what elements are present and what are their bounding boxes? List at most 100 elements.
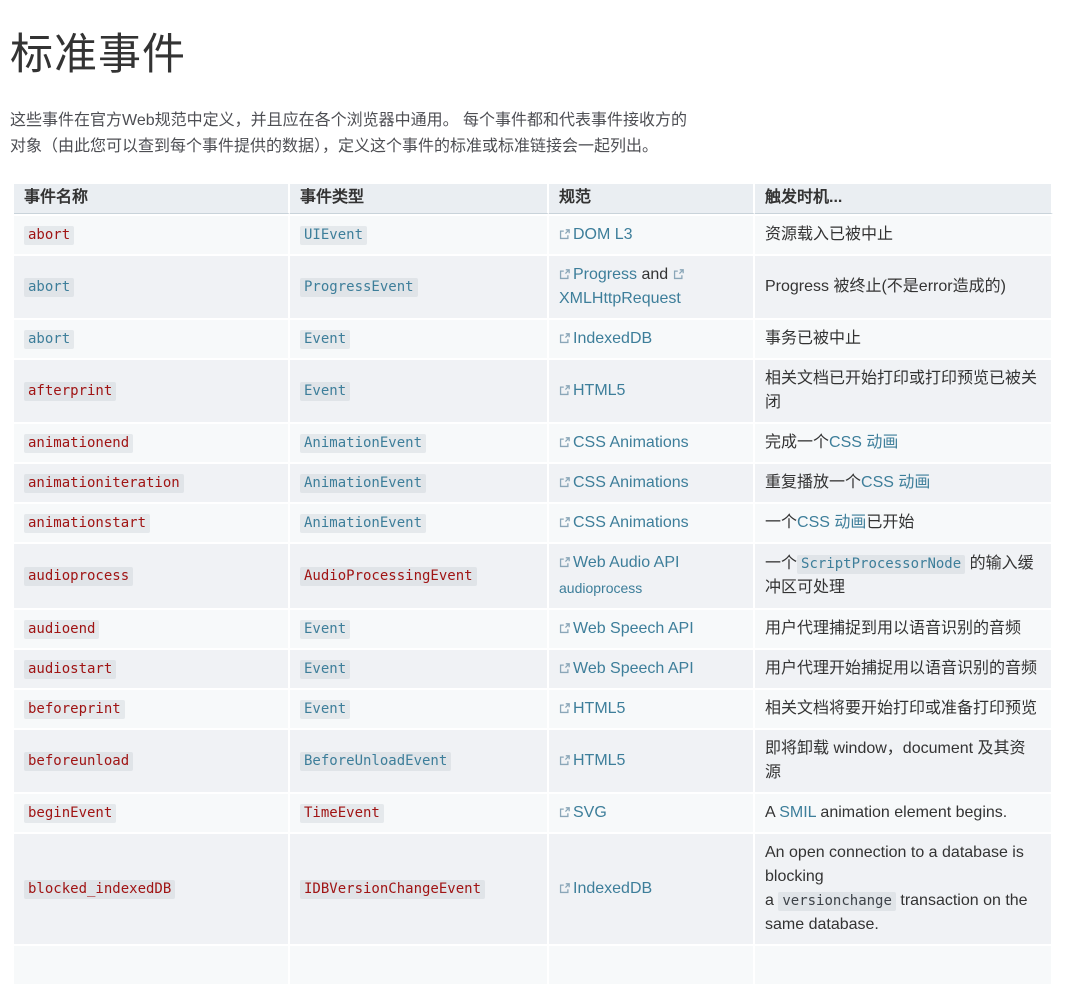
event-type[interactable]: Event <box>300 620 350 639</box>
spec-cell: IndexedDB <box>549 832 755 944</box>
spec-link[interactable]: DOM L3 <box>559 226 633 243</box>
spec-cell: CSS Animations <box>549 422 755 462</box>
event-name[interactable]: audioend <box>24 620 99 639</box>
fired-cell: 一个ScriptProcessorNode 的输入缓冲区可处理 <box>755 542 1053 608</box>
spec-link[interactable]: HTML5 <box>559 700 625 717</box>
event-name[interactable]: beforeprint <box>24 700 125 719</box>
inline-code-link[interactable]: ScriptProcessorNode <box>797 555 965 574</box>
spec-link[interactable]: IndexedDB <box>559 880 652 897</box>
event-name-cell: blocked_indexedDB <box>14 832 290 944</box>
table-row: afterprintEventHTML5相关文档已开始打印或打印预览已被关闭 <box>14 358 1053 422</box>
spec-sublink[interactable]: audioprocess <box>559 580 642 596</box>
event-type[interactable]: BeforeUnloadEvent <box>300 752 451 771</box>
event-type[interactable]: TimeEvent <box>300 804 384 823</box>
event-name[interactable]: blocked_indexedDB <box>24 880 175 899</box>
spec-cell: SVG <box>549 792 755 832</box>
event-name[interactable]: abort <box>24 226 74 245</box>
text-fragment: a <box>765 892 778 909</box>
event-type-cell: Event <box>290 318 549 358</box>
spec-link-label: CSS Animations <box>573 514 689 531</box>
fired-cell: 用户代理开始捕捉用以语音识别的音频 <box>755 648 1053 688</box>
spec-link-label: XMLHttpRequest <box>559 290 681 307</box>
event-name[interactable]: abort <box>24 278 74 297</box>
event-name-cell: audiostart <box>14 648 290 688</box>
spec-link[interactable]: Web Speech API <box>559 620 694 637</box>
external-link-icon <box>559 623 570 634</box>
event-name[interactable]: animationiteration <box>24 474 184 493</box>
column-header-event-name: 事件名称 <box>14 184 290 214</box>
spec-link[interactable]: Web Speech API <box>559 660 694 677</box>
partial-cell <box>14 944 290 984</box>
event-name-cell: abort <box>14 214 290 254</box>
fired-cell: Progress 被终止(不是error造成的) <box>755 254 1053 318</box>
spec-link-label: HTML5 <box>573 382 625 399</box>
text-fragment: 相关文档将要开始打印或准备打印预览 <box>765 700 1037 717</box>
spec-cell: Web Audio API audioprocess <box>549 542 755 608</box>
spec-cell: Progress and XMLHttpRequest <box>549 254 755 318</box>
inline-link[interactable]: CSS 动画 <box>861 474 930 491</box>
event-type[interactable]: ProgressEvent <box>300 278 418 297</box>
spec-cell: HTML5 <box>549 728 755 792</box>
events-table: 事件名称 事件类型 规范 触发时机... abortUIEventDOM L3资… <box>14 184 1053 984</box>
table-row: abort ProgressEvent Progress and XMLHttpRe… <box>14 254 1053 318</box>
event-name-cell: abort <box>14 318 290 358</box>
spec-link[interactable]: CSS Animations <box>559 514 689 531</box>
event-name[interactable]: beginEvent <box>24 804 116 823</box>
event-name[interactable]: audiostart <box>24 660 116 679</box>
event-type[interactable]: AnimationEvent <box>300 474 426 493</box>
text-fragment: 资源载入已被中止 <box>765 226 893 243</box>
page-title: 标准事件 <box>10 20 1061 82</box>
article: 标准事件 这些事件在官方Web规范中定义，并且应在各个浏览器中通用。 每个事件都… <box>0 0 1071 984</box>
partial-cell <box>755 944 1053 984</box>
inline-link[interactable]: SMIL <box>779 804 816 821</box>
event-type[interactable]: Event <box>300 330 350 349</box>
text-fragment: animation element begins. <box>816 804 1007 821</box>
spec-link[interactable]: HTML5 <box>559 382 625 399</box>
event-type[interactable]: AnimationEvent <box>300 514 426 533</box>
spec-link[interactable]: CSS Animations <box>559 474 689 491</box>
fired-cell: 完成一个CSS 动画 <box>755 422 1053 462</box>
spec-link[interactable]: CSS Animations <box>559 434 689 451</box>
event-name-cell: beforeunload <box>14 728 290 792</box>
table-row: beforeunloadBeforeUnloadEventHTML5即将卸载 w… <box>14 728 1053 792</box>
partial-cell <box>290 944 549 984</box>
event-type[interactable]: Event <box>300 382 350 401</box>
spec-link-label: CSS Animations <box>573 474 689 491</box>
external-link-icon <box>559 385 570 396</box>
event-type[interactable]: AudioProcessingEvent <box>300 567 477 586</box>
event-type-cell: AnimationEvent <box>290 422 549 462</box>
event-name[interactable]: beforeunload <box>24 752 133 771</box>
event-name-cell: audioprocess <box>14 542 290 608</box>
text-fragment: 一个 <box>765 555 797 572</box>
intro-paragraph: 这些事件在官方Web规范中定义，并且应在各个浏览器中通用。 每个事件都和代表事件… <box>10 108 698 160</box>
event-name[interactable]: abort <box>24 330 74 349</box>
event-type-cell: UIEvent <box>290 214 549 254</box>
event-type-cell: AnimationEvent <box>290 502 549 542</box>
event-name[interactable]: audioprocess <box>24 567 133 586</box>
external-link-icon <box>559 807 570 818</box>
event-name-cell: beforeprint <box>14 688 290 728</box>
event-type[interactable]: AnimationEvent <box>300 434 426 453</box>
fired-cell: 用户代理捕捉到用以语音识别的音频 <box>755 608 1053 648</box>
table-row-partial <box>14 944 1053 984</box>
spec-link[interactable]: SVG <box>559 804 607 821</box>
event-name[interactable]: afterprint <box>24 382 116 401</box>
spec-link[interactable]: Progress <box>559 266 637 283</box>
inline-link[interactable]: CSS 动画 <box>829 434 898 451</box>
event-type[interactable]: Event <box>300 660 350 679</box>
text-fragment: 重复播放一个 <box>765 474 861 491</box>
event-name[interactable]: animationstart <box>24 514 150 533</box>
spec-link[interactable]: HTML5 <box>559 752 625 769</box>
event-type[interactable]: Event <box>300 700 350 719</box>
table-row: abortEventIndexedDB事务已被中止 <box>14 318 1053 358</box>
event-name[interactable]: animationend <box>24 434 133 453</box>
table-row: audioend Event Web Speech API 用户代理捕捉到用以语音识别… <box>14 608 1053 648</box>
spec-link[interactable]: IndexedDB <box>559 330 652 347</box>
spec-link-label: SVG <box>573 804 607 821</box>
event-type[interactable]: IDBVersionChangeEvent <box>300 880 485 899</box>
external-link-icon <box>673 269 684 280</box>
inline-link[interactable]: CSS 动画 <box>797 514 866 531</box>
spec-link[interactable]: Web Audio API <box>559 554 679 571</box>
event-type[interactable]: UIEvent <box>300 226 367 245</box>
fired-cell: 重复播放一个CSS 动画 <box>755 462 1053 502</box>
